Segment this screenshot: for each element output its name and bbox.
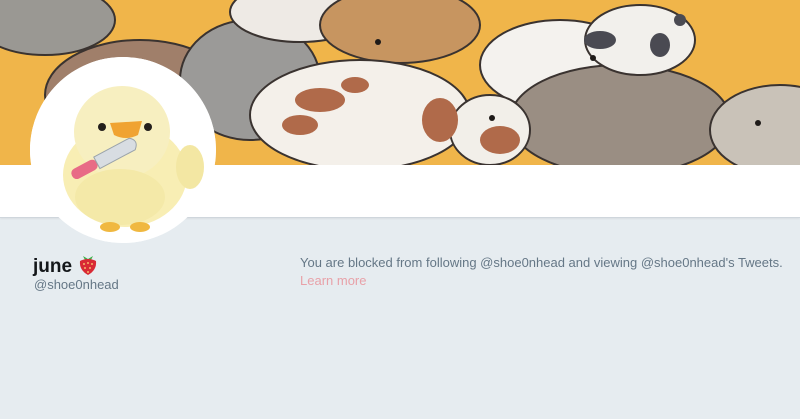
learn-more-link[interactable]: Learn more — [300, 273, 366, 288]
avatar-image — [30, 57, 216, 243]
avatar[interactable] — [30, 57, 216, 243]
blocked-notice-text: You are blocked from following @shoe0nhe… — [300, 255, 783, 270]
profile-handle: @shoe0nhead — [34, 277, 119, 292]
blocked-notice: You are blocked from following @shoe0nhe… — [300, 254, 795, 290]
profile-name-text: june — [33, 256, 73, 277]
